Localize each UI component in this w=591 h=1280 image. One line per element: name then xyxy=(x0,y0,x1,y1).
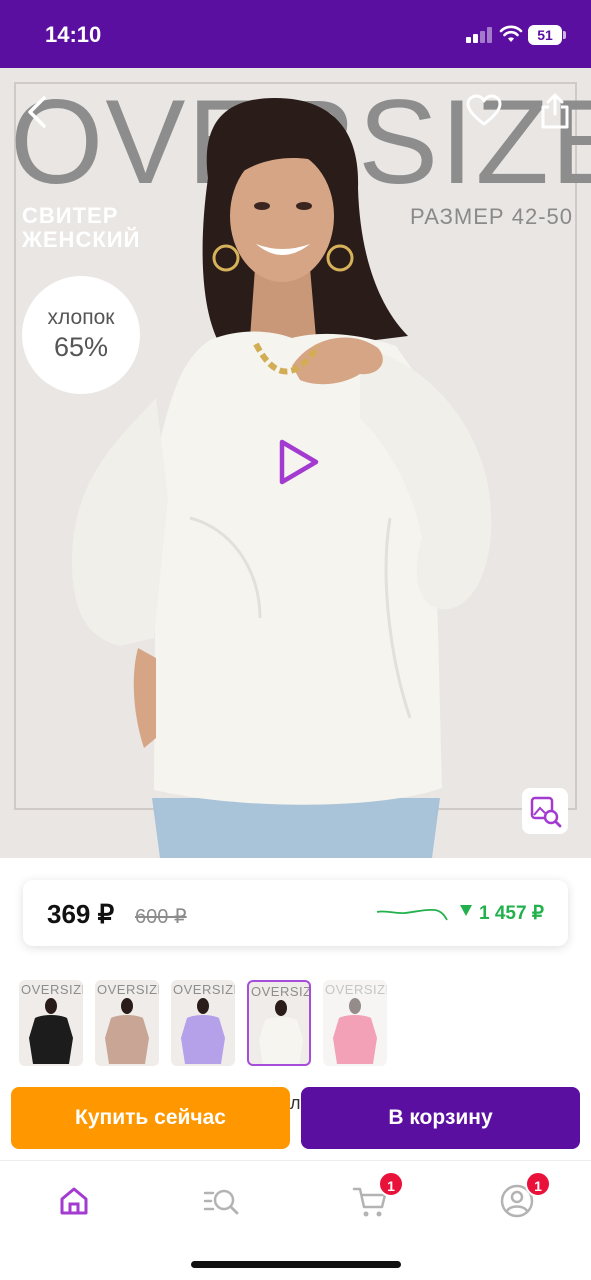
home-indicator xyxy=(191,1261,401,1268)
nav-home[interactable] xyxy=(54,1181,94,1221)
cellular-signal-icon xyxy=(466,27,494,43)
variant-thumbnail[interactable]: OVERSIZE xyxy=(323,980,387,1066)
price-drop-arrow-icon xyxy=(460,905,472,916)
variant-thumbnail[interactable]: OVERSIZE xyxy=(19,980,83,1066)
catalog-search-icon xyxy=(203,1189,239,1215)
home-icon xyxy=(60,1187,88,1215)
previous-high-price: 1 457 ₽ xyxy=(479,903,544,924)
wifi-icon xyxy=(499,25,523,42)
visual-search-button[interactable] xyxy=(522,788,568,834)
variant-thumbnail[interactable]: OVERSIZE xyxy=(171,980,235,1066)
add-to-cart-button[interactable]: В корзину xyxy=(301,1087,580,1149)
back-icon[interactable] xyxy=(22,94,52,130)
battery-level: 51 xyxy=(528,25,562,45)
status-time: 14:10 xyxy=(45,22,102,47)
partial-text: л xyxy=(290,1093,301,1113)
variant-photo xyxy=(181,998,225,1064)
current-price: 369 ₽ xyxy=(47,899,115,929)
color-variants: OVERSIZE OVERSIZE OVERSIZE OVERSIZE OVER… xyxy=(19,980,399,1070)
status-bar: 14:10 51 xyxy=(0,0,591,68)
price-card: 369 ₽ 600 ₽ 1 457 ₽ xyxy=(23,880,568,946)
variant-photo xyxy=(259,1000,303,1064)
product-image-gallery[interactable]: OVERSIZE СВИТЕР ЖЕНСКИЙ РАЗМЕР 42-50 хло… xyxy=(0,68,591,858)
price-trend-sparkline[interactable] xyxy=(375,902,449,926)
battery-indicator: 51 xyxy=(528,25,566,45)
variant-thumbnail[interactable]: OVERSIZE xyxy=(95,980,159,1066)
image-search-icon xyxy=(530,796,562,828)
old-price: 600 ₽ xyxy=(135,906,187,928)
variant-photo xyxy=(105,998,149,1064)
profile-badge: 1 xyxy=(525,1171,551,1197)
cart-badge: 1 xyxy=(378,1171,404,1197)
favorite-heart-icon[interactable] xyxy=(466,94,502,128)
nav-profile[interactable]: 1 xyxy=(497,1171,551,1221)
variant-photo xyxy=(29,998,73,1064)
share-icon[interactable] xyxy=(538,92,572,130)
buy-now-button[interactable]: Купить сейчас xyxy=(11,1087,290,1149)
variant-photo xyxy=(333,998,377,1064)
nav-catalog[interactable] xyxy=(201,1181,241,1221)
nav-cart[interactable]: 1 xyxy=(350,1171,404,1221)
play-video-icon[interactable] xyxy=(272,436,324,488)
variant-thumbnail-selected[interactable]: OVERSIZE xyxy=(247,980,311,1066)
